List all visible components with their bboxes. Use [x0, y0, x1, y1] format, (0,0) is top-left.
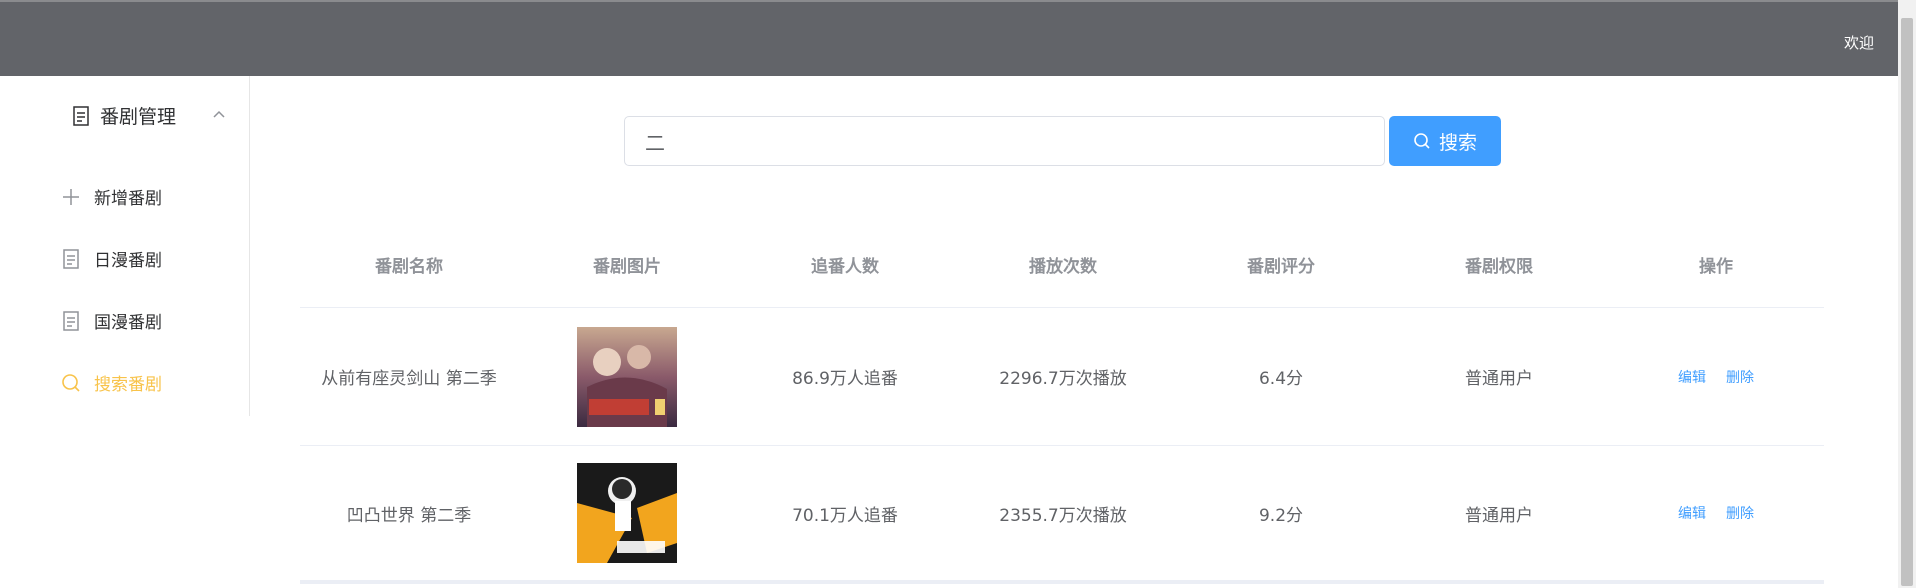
- table-row: 凹凸世界 第二季 70.1万人追番 2355.7万次播放 9.2分 普通用户 编…: [300, 446, 1824, 584]
- score: 6.4分: [1258, 369, 1304, 389]
- document-icon: [63, 310, 79, 331]
- document-icon: [63, 248, 79, 269]
- column-header-image: 番剧图片: [593, 257, 661, 277]
- sidebar: 番剧管理 新增番剧 日漫番剧 国漫番剧 搜索番剧: [0, 76, 250, 416]
- top-header: 欢迎: [0, 0, 1898, 76]
- anime-name: 从前有座灵剑山 第二季: [321, 369, 497, 389]
- anime-image-cell: [518, 326, 736, 427]
- column-header-name: 番剧名称: [375, 257, 443, 277]
- sidebar-item-label: 国漫番剧: [94, 313, 162, 333]
- chevron-up-icon[interactable]: [210, 106, 228, 124]
- search-icon: [62, 373, 80, 392]
- anime-table: 番剧名称 番剧图片 追番人数 播放次数 番剧评分 番剧权限 操作 从前有座灵剑山…: [300, 222, 1824, 584]
- anime-poster-image: [577, 463, 677, 563]
- document-icon: [73, 105, 89, 126]
- plus-icon: [63, 188, 79, 205]
- delete-button[interactable]: 删除: [1726, 503, 1754, 523]
- permission: 普通用户: [1465, 369, 1533, 389]
- search-button[interactable]: 搜索: [1389, 116, 1501, 166]
- column-header-permission: 番剧权限: [1465, 257, 1533, 277]
- search-icon: [1414, 133, 1430, 149]
- search-button-label: 搜索: [1438, 131, 1477, 154]
- sidebar-item-label: 搜索番剧: [94, 375, 162, 395]
- sidebar-item-add-anime[interactable]: 新增番剧: [60, 184, 162, 209]
- sidebar-item-label: 新增番剧: [94, 189, 162, 209]
- anime-name: 凹凸世界 第二季: [346, 505, 472, 526]
- column-header-score: 番剧评分: [1247, 257, 1315, 277]
- column-header-followers: 追番人数: [811, 257, 879, 277]
- search-input[interactable]: [624, 116, 1385, 166]
- search-bar: 搜索: [624, 116, 1501, 166]
- sidebar-item-chinese-anime[interactable]: 国漫番剧: [60, 308, 162, 333]
- edit-button[interactable]: 编辑: [1678, 503, 1706, 523]
- scrollbar-thumb[interactable]: [1901, 18, 1913, 586]
- page-scrollbar[interactable]: [1898, 0, 1916, 588]
- column-header-actions: 操作: [1699, 257, 1733, 277]
- submenu-anime-management[interactable]: 番剧管理: [72, 102, 176, 129]
- sidebar-item-search-anime[interactable]: 搜索番剧: [60, 370, 162, 395]
- column-header-plays: 播放次数: [1029, 257, 1097, 277]
- followers-count: 86.9万人追番: [792, 369, 898, 389]
- sidebar-item-label: 日漫番剧: [94, 251, 162, 271]
- permission: 普通用户: [1465, 505, 1533, 526]
- submenu-title: 番剧管理: [100, 106, 177, 128]
- welcome-text: 欢迎: [1843, 34, 1874, 52]
- anime-image-cell: [518, 463, 736, 563]
- play-count: 2296.7万次播放: [999, 369, 1127, 389]
- score: 9.2分: [1258, 505, 1304, 526]
- edit-button[interactable]: 编辑: [1678, 367, 1706, 387]
- followers-count: 70.1万人追番: [792, 505, 898, 526]
- table-header: 番剧名称 番剧图片 追番人数 播放次数 番剧评分 番剧权限 操作: [300, 222, 1824, 308]
- anime-poster-image: [577, 326, 677, 427]
- sidebar-item-japanese-anime[interactable]: 日漫番剧: [60, 246, 162, 271]
- row-actions: 编辑 删除: [1608, 367, 1824, 387]
- table-row: 从前有座灵剑山 第二季 86.9万人追番 2296.7万次播放 6.4分 普通用…: [300, 308, 1824, 446]
- row-actions: 编辑 删除: [1608, 503, 1824, 523]
- play-count: 2355.7万次播放: [999, 505, 1127, 526]
- delete-button[interactable]: 删除: [1726, 367, 1754, 387]
